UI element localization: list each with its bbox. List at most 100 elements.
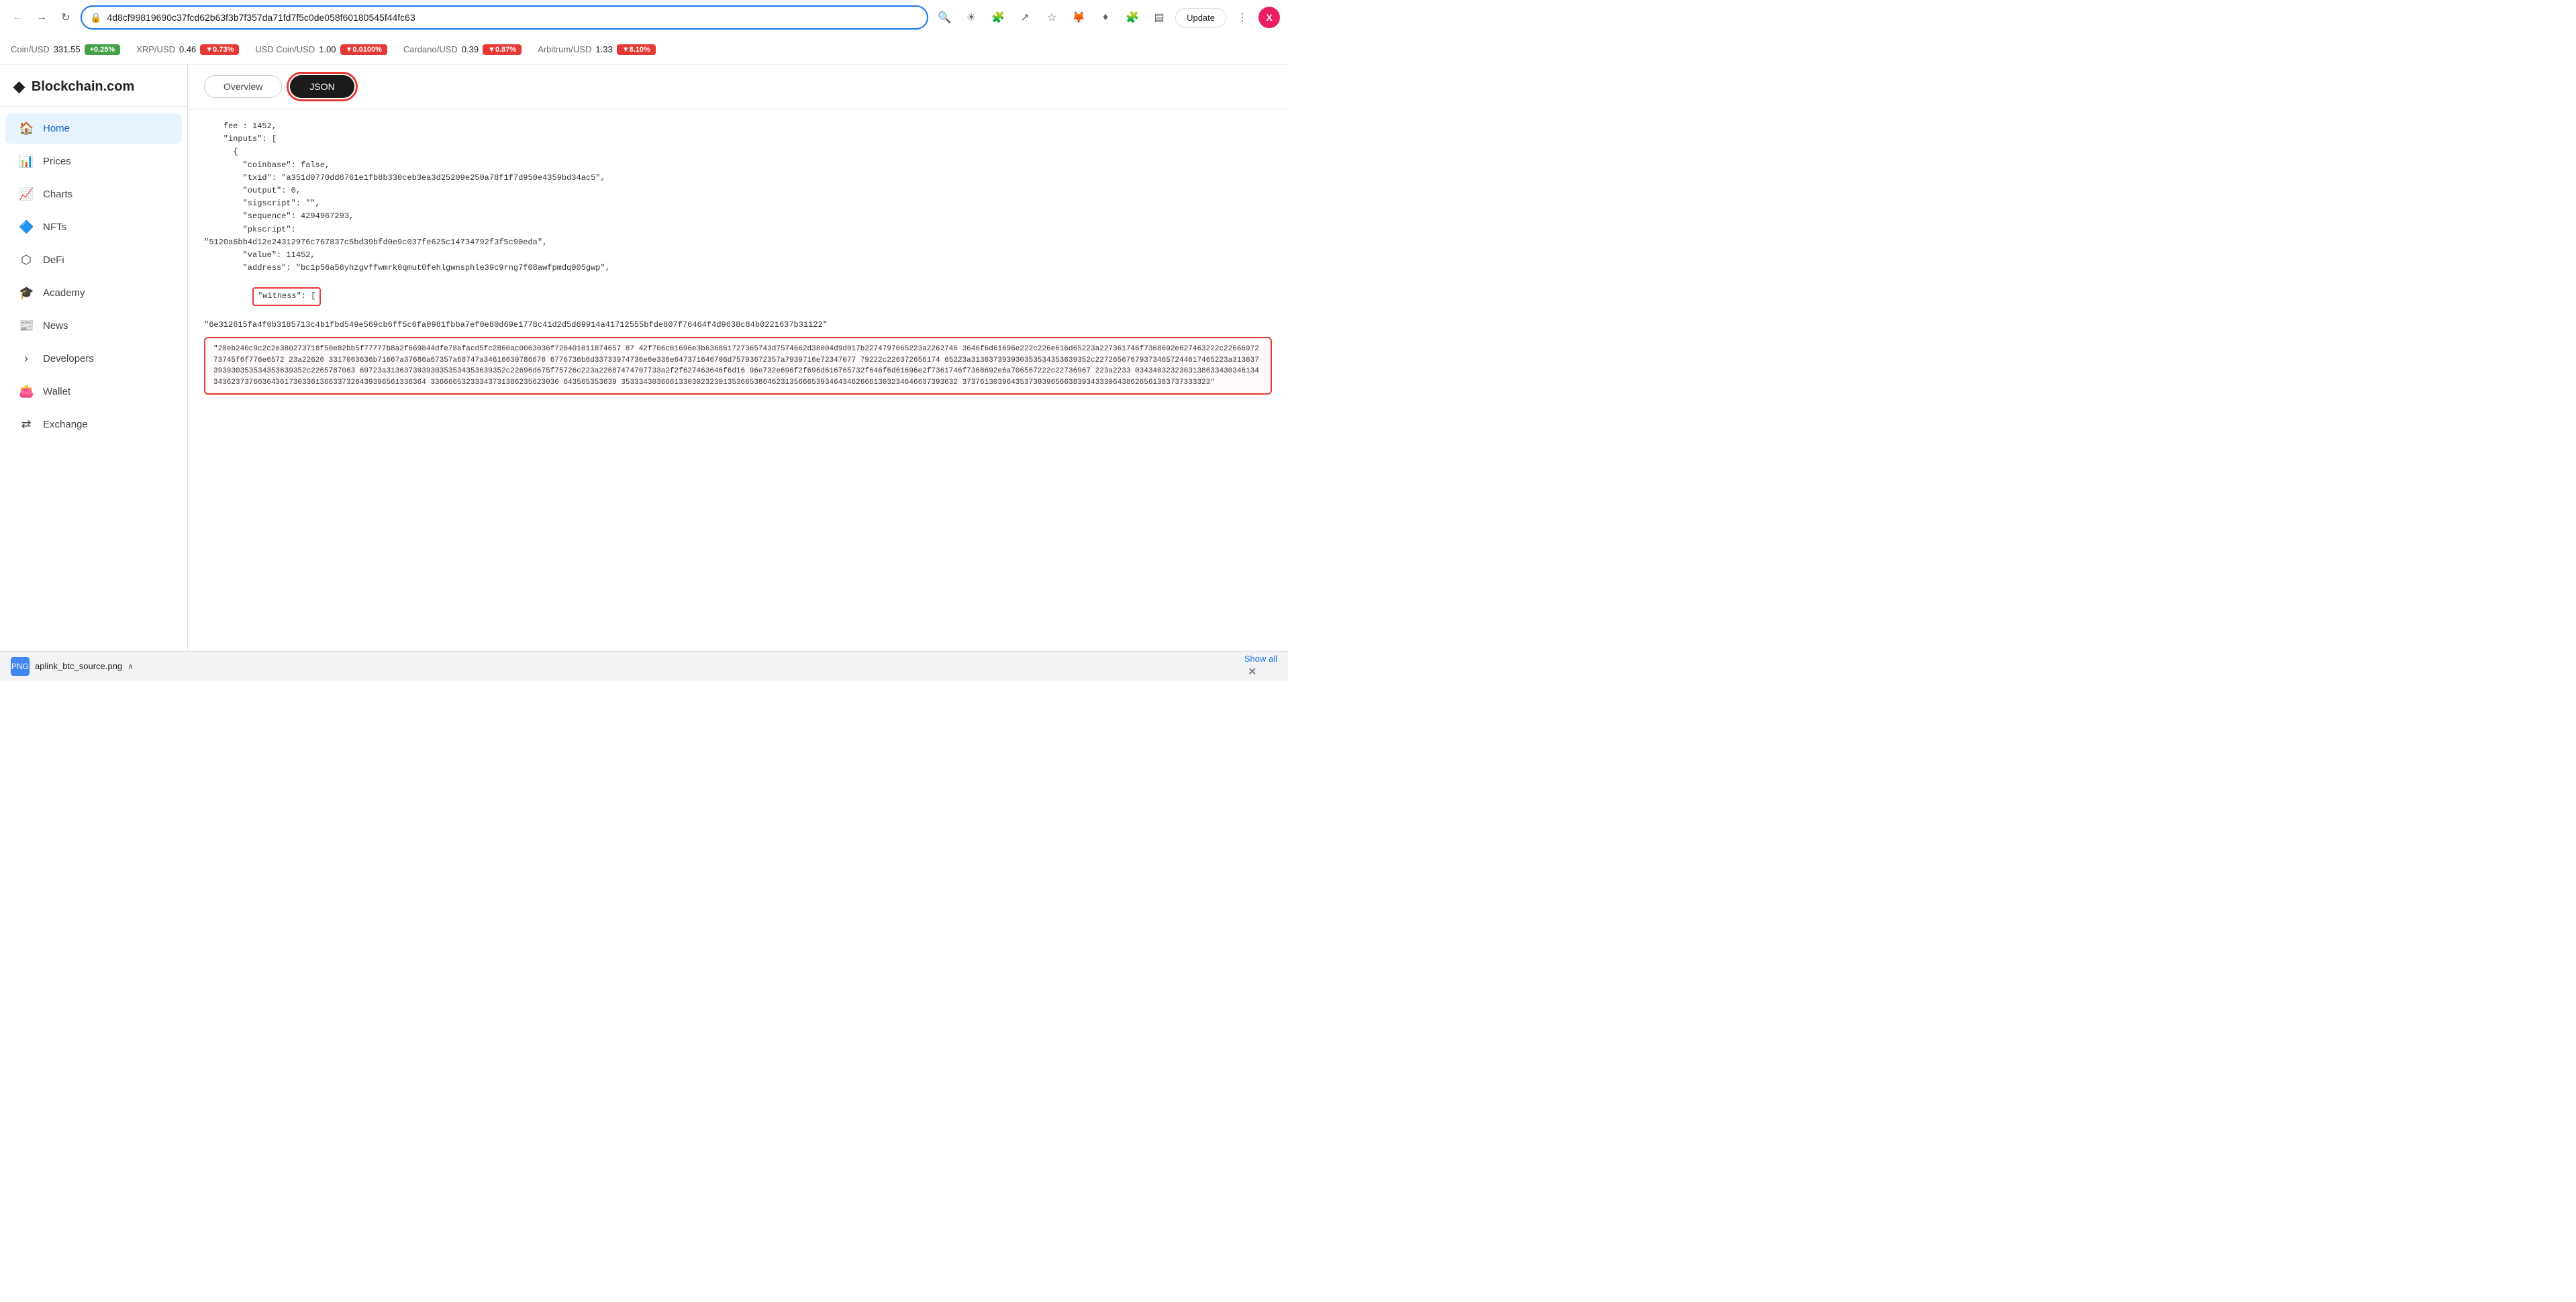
json-txid-line: "txid": "a351d0770dd6761e1fb8b330ceb3ea3…	[204, 172, 1272, 185]
metamask-icon-btn[interactable]: 🦊	[1068, 7, 1089, 28]
json-pkscript-line: "pkscript":	[204, 223, 1272, 236]
ticker-value: 0.39	[462, 44, 479, 54]
close-button[interactable]: ✕	[1244, 664, 1260, 680]
sidebar-item-developers[interactable]: › Developers	[5, 344, 182, 374]
extensions-icon-btn[interactable]: 🧩	[987, 7, 1009, 28]
menu-icon-btn[interactable]: ⋮	[1232, 7, 1253, 28]
ticker-value: 1.33	[595, 44, 612, 54]
sidebar-item-news[interactable]: 📰 News	[5, 311, 182, 341]
sidebar-item-defi[interactable]: ⬡ DeFi	[5, 245, 182, 275]
sidebar-item-label: Developers	[43, 353, 94, 364]
sidebar-logo: ◆ Blockchain.com	[0, 70, 187, 107]
sidebar-item-label: Home	[43, 123, 70, 134]
file-name: aplink_btc_source.png	[35, 661, 122, 671]
sidebar-item-label: Prices	[43, 156, 71, 167]
sidebar-item-prices[interactable]: 📊 Prices	[5, 146, 182, 177]
sidebar-item-exchange[interactable]: ⇄ Exchange	[5, 409, 182, 440]
news-icon: 📰	[19, 319, 34, 333]
charts-icon: 📈	[19, 187, 34, 201]
tab-overview[interactable]: Overview	[204, 75, 282, 98]
json-output-line: "output": 0,	[204, 185, 1272, 197]
forward-button[interactable]: →	[32, 8, 51, 27]
browser-toolbar: ← → ↻ 🔒 🔍 ☀ 🧩 ↗ ☆ 🦊 ♦ 🧩 ▤ Update ⋮ X	[0, 0, 1288, 35]
bottom-bar: PNG aplink_btc_source.png ∧ Show all ✕	[0, 651, 1288, 681]
back-button[interactable]: ←	[8, 8, 27, 27]
bottom-right: Show all ✕	[1244, 653, 1277, 680]
ticker-item-ada: Cardano/USD 0.39 ▼0.87%	[403, 44, 522, 55]
ticker-badge: ▼0.87%	[483, 44, 522, 55]
sidebar-item-label: Charts	[43, 189, 72, 200]
sidebar-item-charts[interactable]: 📈 Charts	[5, 179, 182, 209]
browser-chrome: ← → ↻ 🔒 🔍 ☀ 🧩 ↗ ☆ 🦊 ♦ 🧩 ▤ Update ⋮ X	[0, 0, 1288, 35]
search-icon-btn[interactable]: 🔍	[934, 7, 955, 28]
update-button[interactable]: Update	[1175, 8, 1226, 28]
json-content[interactable]: fee : 1452, "inputs": [ { "coinbase": fa…	[188, 109, 1288, 651]
bookmark-icon-btn[interactable]: ☆	[1041, 7, 1062, 28]
json-coinbase-line: "coinbase": false,	[204, 159, 1272, 172]
sidebar-item-nfts[interactable]: 🔷 NFTs	[5, 212, 182, 242]
sidebar-item-label: Exchange	[43, 419, 88, 430]
ticker-label: Arbitrum/USD	[538, 44, 591, 54]
nfts-icon: 🔷	[19, 220, 34, 234]
json-address-line: "address": "bc1p56a56yhzgvffwmrk0qmut0fe…	[204, 262, 1272, 274]
address-bar-container: 🔒	[81, 5, 928, 30]
ticker-value: 1.00	[319, 44, 336, 54]
wallet-icon: 👛	[19, 385, 34, 399]
ticker-badge: ▼0.73%	[200, 44, 239, 55]
logo-text: Blockchain.com	[32, 79, 134, 95]
ticker-label: Cardano/USD	[403, 44, 458, 54]
ticker-badge: ▼8.10%	[617, 44, 656, 55]
sidebar-item-home[interactable]: 🏠 Home	[5, 113, 182, 144]
sidebar-item-label: DeFi	[43, 254, 64, 266]
chevron-up-icon: ∧	[128, 662, 134, 671]
ticker-value: 0.46	[179, 44, 196, 54]
ticker-item-arb: Arbitrum/USD 1.33 ▼8.10%	[538, 44, 656, 55]
theme-icon-btn[interactable]: ☀	[960, 7, 982, 28]
main-content: Overview JSON fee : 1452, "inputs": [ { …	[188, 64, 1288, 651]
ticker-value: 331.55	[54, 44, 81, 54]
json-inputs-line: "inputs": [	[204, 133, 1272, 146]
ticker-item-coin: Coin/USD 331.55 +0.25%	[11, 44, 120, 55]
sidebar-item-academy[interactable]: 🎓 Academy	[5, 278, 182, 308]
profile-button[interactable]: X	[1258, 7, 1280, 28]
sidebar-icon-btn[interactable]: ▤	[1148, 7, 1170, 28]
academy-icon: 🎓	[19, 286, 34, 300]
toolbar-icons: 🔍 ☀ 🧩 ↗ ☆ 🦊 ♦ 🧩 ▤ Update ⋮ X	[934, 7, 1280, 28]
ticker-item-usdc: USD Coin/USD 1.00 ▼0.0100%	[255, 44, 387, 55]
developers-icon: ›	[19, 352, 34, 366]
puzzle-icon-btn[interactable]: 🧩	[1122, 7, 1143, 28]
json-witness-line: "witness": [	[204, 274, 1272, 319]
json-brace-line: {	[204, 146, 1272, 158]
defi-icon: ⬡	[19, 253, 34, 267]
extensions2-icon-btn[interactable]: ♦	[1095, 7, 1116, 28]
sidebar-item-label: News	[43, 320, 68, 332]
address-bar[interactable]	[107, 12, 919, 23]
exchange-icon: ⇄	[19, 417, 34, 432]
refresh-button[interactable]: ↻	[56, 8, 75, 27]
json-pkscript-value: "5120a6bb4d12e24312976c767837c5bd39bfd0e…	[204, 236, 1272, 249]
app-layout: ◆ Blockchain.com 🏠 Home 📊 Prices 📈 Chart…	[0, 64, 1288, 651]
ticker-badge: ▼0.0100%	[340, 44, 387, 55]
show-all-button[interactable]: Show all	[1244, 654, 1277, 664]
tab-json[interactable]: JSON	[290, 75, 354, 98]
json-sigscript-line: "sigscript": "",	[204, 197, 1272, 210]
tab-row: Overview JSON	[188, 64, 1288, 109]
ticker-label: Coin/USD	[11, 44, 50, 54]
share-icon-btn[interactable]: ↗	[1014, 7, 1036, 28]
witness-label-highlighted: "witness": [	[252, 287, 321, 305]
sidebar-item-wallet[interactable]: 👛 Wallet	[5, 377, 182, 407]
witness-block: "20eb240c9c2c2e380273718f50e82bb5f77777b…	[204, 337, 1272, 395]
ticker-item-xrp: XRP/USD 0.46 ▼0.73%	[136, 44, 239, 55]
sidebar-item-label: Academy	[43, 287, 85, 299]
ticker-label: USD Coin/USD	[255, 44, 315, 54]
ticker-bar: Coin/USD 331.55 +0.25% XRP/USD 0.46 ▼0.7…	[0, 35, 1288, 64]
ticker-badge: +0.25%	[85, 44, 121, 55]
file-icon: PNG	[11, 657, 30, 676]
sidebar-item-label: NFTs	[43, 221, 66, 233]
json-value-line: "value": 11452,	[204, 249, 1272, 262]
bottom-left: PNG aplink_btc_source.png ∧	[11, 657, 134, 676]
json-witness-hex-line: "6e312615fa4f0b3185713c4b1fbd549e569cb6f…	[204, 319, 1144, 332]
json-sequence-line: "sequence": 4294967293,	[204, 210, 1272, 223]
ticker-label: XRP/USD	[136, 44, 175, 54]
sidebar-item-label: Wallet	[43, 386, 70, 397]
